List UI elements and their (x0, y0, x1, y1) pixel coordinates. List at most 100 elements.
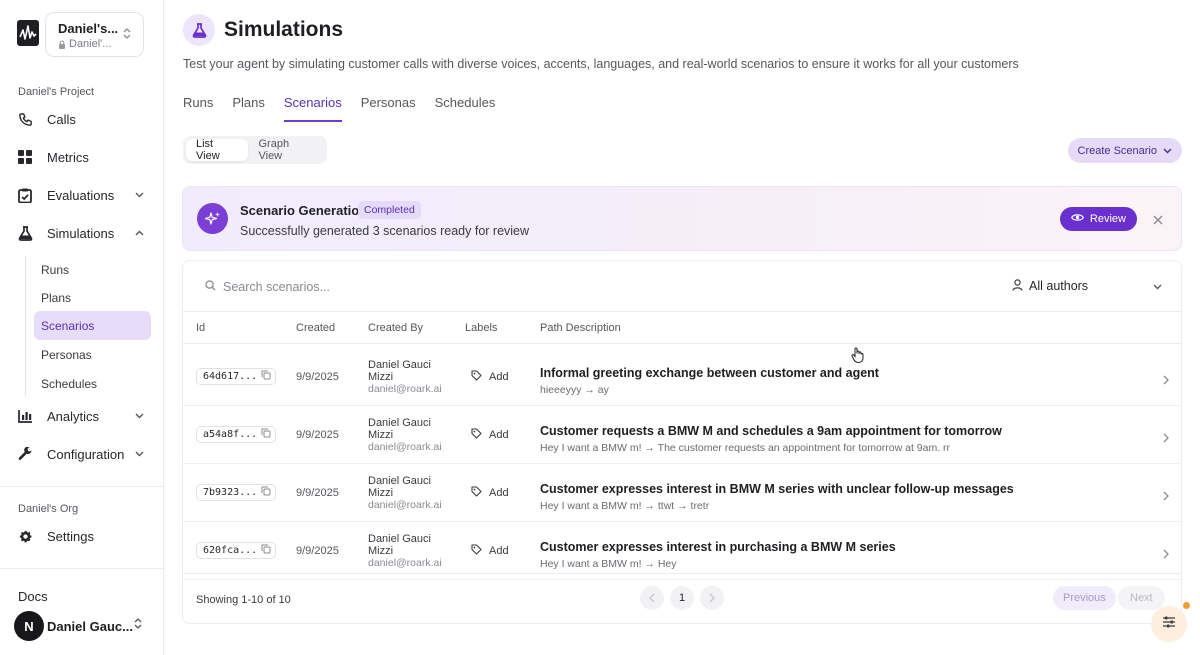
sidebar-item-label: Evaluations (47, 187, 115, 203)
chart-bar-icon (18, 409, 40, 423)
creator-email: daniel@roark.ai (368, 441, 442, 453)
tag-icon (471, 370, 482, 384)
page-subtitle: Test your agent by simulating customer c… (183, 57, 1019, 71)
flask-icon (183, 14, 215, 46)
column-header-created: Created (296, 322, 336, 334)
chevron-down-icon (1153, 279, 1162, 293)
sidebar-item-metrics[interactable]: Metrics (14, 143, 150, 171)
copy-icon[interactable] (261, 486, 271, 499)
table-row[interactable]: 7b9323... 9/9/2025 Daniel Gauci Mizzi da… (183, 464, 1181, 522)
review-button[interactable]: Review (1059, 207, 1137, 231)
chevron-right-icon[interactable] (700, 586, 724, 610)
id-chip: a54a8f... (196, 426, 277, 443)
workspace-switcher[interactable]: Daniel's... Daniel'... (45, 12, 144, 57)
author-filter-dropdown[interactable]: All authors (1012, 275, 1162, 297)
sidebar-item-evaluations[interactable]: Evaluations (14, 181, 150, 209)
add-label-button[interactable]: Add (471, 486, 509, 500)
created-by: Daniel Gauci Mizzi daniel@roark.ai (368, 359, 448, 395)
path-title: Customer expresses interest in BMW M ser… (540, 482, 1014, 496)
notification-dot (1181, 600, 1192, 611)
add-label-text: Add (489, 545, 509, 557)
add-label-text: Add (489, 487, 509, 499)
creator-name: Daniel Gauci Mizzi (368, 417, 431, 441)
table-row[interactable]: 620fca... 9/9/2025 Daniel Gauci Mizzi da… (183, 522, 1181, 580)
created-date: 9/9/2025 (296, 545, 339, 557)
sidebar-subitem-scenarios[interactable]: Scenarios (34, 311, 151, 340)
table-row[interactable]: a54a8f... 9/9/2025 Daniel Gauci Mizzi da… (183, 406, 1181, 464)
previous-button[interactable]: Previous (1053, 586, 1116, 610)
sidebar-item-calls[interactable]: Calls (14, 105, 150, 133)
path-description: hieeeyyy → ay (540, 384, 609, 396)
tab-schedules[interactable]: Schedules (435, 95, 496, 122)
chevron-down-icon (135, 451, 144, 457)
docs-link[interactable]: Docs (18, 589, 48, 604)
creator-email: daniel@roark.ai (368, 383, 442, 395)
sidebar-subitem-plans[interactable]: Plans (34, 283, 151, 312)
tab-plans[interactable]: Plans (232, 95, 265, 122)
sidebar-item-analytics[interactable]: Analytics (14, 402, 150, 430)
sidebar-subitem-personas[interactable]: Personas (34, 340, 151, 369)
add-label-button[interactable]: Add (471, 544, 509, 558)
tab-personas[interactable]: Personas (361, 95, 416, 122)
scenario-id: 64d617... (203, 371, 258, 382)
path-description: Hey I want a BMW m! → ttwt → tretr (540, 500, 710, 512)
sidebar-item-simulations[interactable]: Simulations (14, 219, 150, 247)
floating-settings-button[interactable] (1151, 606, 1187, 642)
tag-icon (471, 544, 482, 558)
chevron-down-icon (135, 413, 144, 419)
flask-icon (18, 225, 40, 241)
showing-count: Showing 1-10 of 10 (196, 594, 291, 606)
page-number[interactable]: 1 (670, 586, 694, 610)
mouse-cursor-icon (851, 347, 864, 368)
chevron-up-down-icon (123, 27, 131, 45)
tab-runs[interactable]: Runs (183, 95, 213, 122)
scenario-id: 620fca... (203, 545, 258, 556)
page-title: Simulations (224, 18, 344, 41)
path-description: Hey I want a BMW m! → Hey (540, 558, 677, 570)
review-label: Review (1089, 213, 1126, 225)
sidebar-subitem-schedules[interactable]: Schedules (34, 369, 151, 398)
gear-icon (18, 529, 40, 544)
wrench-icon (18, 446, 40, 462)
search-icon (205, 278, 216, 296)
tag-icon (471, 486, 482, 500)
copy-icon[interactable] (261, 544, 271, 557)
sidebar-item-settings[interactable]: Settings (14, 522, 150, 550)
id-chip: 620fca... (196, 542, 277, 559)
add-label-button[interactable]: Add (471, 428, 509, 442)
copy-icon[interactable] (261, 428, 271, 441)
brand-logo[interactable] (17, 20, 39, 46)
search-input[interactable] (223, 280, 483, 294)
scenario-id: a54a8f... (203, 429, 258, 440)
view-toggle: List View Graph View (183, 136, 327, 164)
creator-email: daniel@roark.ai (368, 499, 442, 511)
chevron-up-down-icon (134, 617, 142, 635)
sliders-icon (1162, 615, 1176, 633)
close-icon[interactable] (1153, 212, 1163, 230)
scenarios-table-card: All authors Id Created Created By Labels… (182, 260, 1182, 624)
graph-view-button[interactable]: Graph View (248, 138, 324, 162)
tab-scenarios[interactable]: Scenarios (283, 95, 342, 122)
chevron-down-icon (135, 192, 144, 198)
chevron-down-icon (1163, 145, 1172, 157)
tab-bar: Runs Plans Scenarios Personas Schedules (183, 95, 514, 122)
create-scenario-button[interactable]: Create Scenario (1067, 138, 1182, 163)
sidebar-item-label: Settings (47, 528, 94, 544)
add-label-button[interactable]: Add (471, 370, 509, 384)
path-title: Informal greeting exchange between custo… (540, 366, 879, 380)
path-title: Customer expresses interest in purchasin… (540, 540, 896, 554)
created-by: Daniel Gauci Mizzi daniel@roark.ai (368, 533, 448, 569)
sidebar-subitem-runs[interactable]: Runs (34, 255, 151, 284)
chevron-right-icon (1163, 430, 1169, 448)
chevron-right-icon (1163, 372, 1169, 390)
next-button[interactable]: Next (1118, 586, 1165, 610)
sidebar-item-configuration[interactable]: Configuration (14, 440, 150, 468)
table-row[interactable]: 64d617... 9/9/2025 Daniel Gauci Mizzi da… (183, 348, 1181, 406)
user-icon (1012, 278, 1023, 294)
user-menu[interactable]: N Daniel Gauc... (14, 610, 154, 642)
copy-icon[interactable] (261, 370, 271, 383)
chevron-left-icon[interactable] (640, 586, 664, 610)
avatar: N (14, 611, 44, 641)
list-view-button[interactable]: List View (186, 138, 249, 162)
scenario-id: 7b9323... (203, 487, 258, 498)
